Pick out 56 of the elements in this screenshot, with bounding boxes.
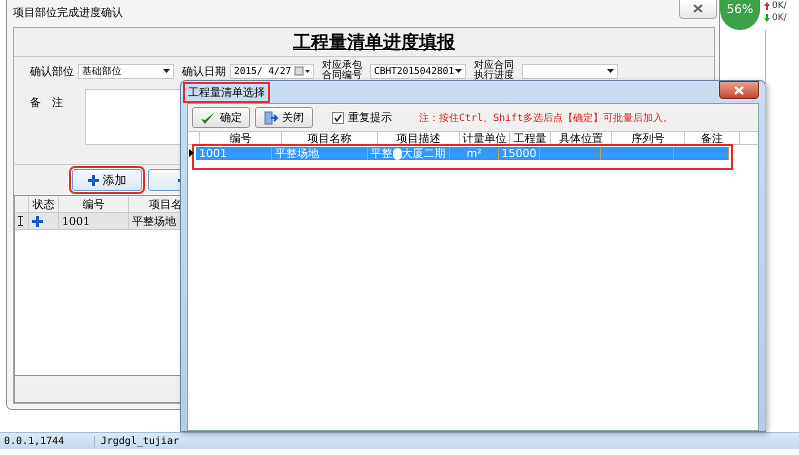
close-icon xyxy=(734,86,744,94)
checkmark-icon xyxy=(200,110,216,124)
close-icon xyxy=(693,4,703,13)
table-cell: 平整 xyxy=(370,146,393,161)
check-icon xyxy=(334,114,342,122)
table-cell: 1001 xyxy=(59,213,129,229)
column-header[interactable]: 编号 xyxy=(200,132,282,144)
table-cell: 1001 xyxy=(199,147,227,160)
dropdown-field[interactable]: 基础部位 xyxy=(78,64,174,78)
column-header[interactable]: 项目描述 xyxy=(378,132,460,144)
caret-icon xyxy=(163,69,170,73)
text-cursor-icon xyxy=(18,216,23,226)
plus-icon xyxy=(88,174,98,186)
add-button[interactable]: 添加 xyxy=(72,169,142,191)
hint-text: 注：按住Ctrl、Shift多选后点【确定】可批量后加入。 xyxy=(419,112,674,124)
field-label: 备 注 xyxy=(30,95,63,111)
checkbox-label: 重复提示 xyxy=(348,110,392,125)
form-heading: 工程量清单进度填报 xyxy=(292,31,455,54)
column-header[interactable]: 项目名称 xyxy=(282,132,378,144)
field-label: 对应合同执行进度 xyxy=(474,61,515,81)
caret-icon xyxy=(607,69,614,73)
redaction-mark xyxy=(392,148,402,160)
column-header[interactable]: 序列号 xyxy=(612,132,685,144)
field-label: 确认日期 xyxy=(182,64,226,78)
dialog-title: 工程量清单选择 xyxy=(185,84,268,100)
column-header[interactable]: 状态 xyxy=(29,196,59,212)
column-header[interactable]: 计量单位 xyxy=(460,132,510,144)
table-cell: 平整场地 xyxy=(274,146,319,161)
field-label: 确认部位 xyxy=(30,64,74,78)
upload-arrow-icon xyxy=(764,2,770,10)
calendar-icon xyxy=(294,66,310,76)
status-text: Jrgdgl_tujiar xyxy=(100,436,180,446)
table-cell: 大厦二期 xyxy=(402,146,446,161)
close-button[interactable] xyxy=(679,0,717,18)
column-header[interactable]: 备注 xyxy=(685,132,740,144)
download-arrow-icon xyxy=(764,14,770,22)
date-field[interactable]: 2015/ 4/27 xyxy=(230,64,314,78)
row-pointer-icon xyxy=(189,149,194,157)
exit-door-icon xyxy=(264,110,278,124)
table-cell: m² xyxy=(466,147,482,160)
speed-text: 0K/ xyxy=(772,1,787,11)
window-title: 项目部位完成进度确认 xyxy=(13,4,123,20)
column-header[interactable]: 编号 xyxy=(59,196,129,212)
speed-text: 0K/ xyxy=(772,13,787,23)
table-cell: 15000 xyxy=(501,147,536,160)
checkbox[interactable] xyxy=(332,112,344,124)
field-label: 对应承包合同编号 xyxy=(322,61,363,81)
column-header[interactable]: 工程量 xyxy=(510,132,551,144)
caret-icon xyxy=(455,69,462,73)
column-header[interactable]: 具体位置 xyxy=(551,132,612,144)
status-text: 0.0.1,1744 xyxy=(0,436,95,446)
confirm-button[interactable]: 确定 xyxy=(192,107,250,128)
close-dialog-button[interactable]: 关闭 xyxy=(255,107,313,128)
dropdown-field[interactable]: CBHT2015042801 xyxy=(370,64,466,78)
dropdown-field[interactable] xyxy=(522,64,618,78)
close-button[interactable] xyxy=(719,81,759,99)
